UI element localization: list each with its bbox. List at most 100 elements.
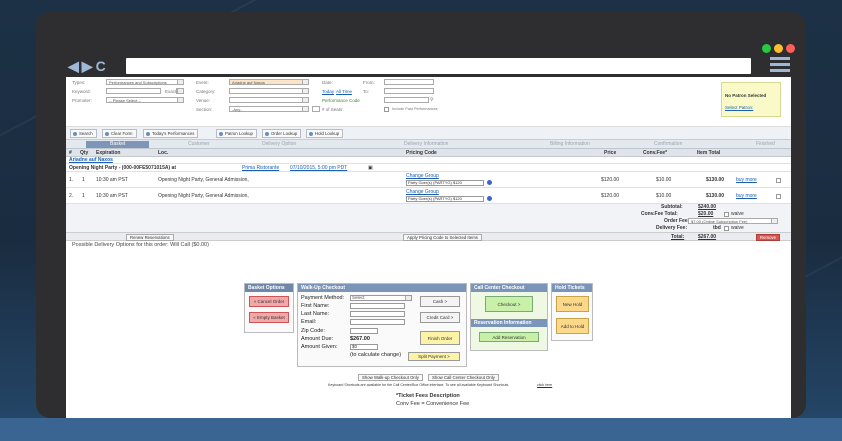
exact-select[interactable] <box>176 88 184 94</box>
step-delivery-information[interactable]: Delivery Information <box>404 141 448 147</box>
step-finished[interactable]: Finished <box>756 141 775 147</box>
date-to-input[interactable] <box>384 88 434 94</box>
maximize-dot[interactable] <box>762 44 771 53</box>
forward-arrow-icon[interactable]: ▶ <box>82 58 96 74</box>
show-call-center-only-button[interactable]: Show Call Center Checkout Only <box>428 374 499 381</box>
renew-reservations-button[interactable]: Renew Reservations <box>126 234 174 241</box>
seats-input[interactable] <box>312 106 320 112</box>
order-fee-select[interactable]: $7.00 (Online Subscription Fee) <box>688 218 778 224</box>
apply-pricing-code-button[interactable]: Apply Pricing Code to Selected Items <box>403 234 482 241</box>
include-past-label: Include Past Performances <box>392 107 438 111</box>
print-icon[interactable]: ▣ <box>368 165 373 171</box>
event-select[interactable]: Ariadne auf Naxos <box>229 79 309 85</box>
keyword-input[interactable] <box>106 88 161 94</box>
amount-due-value: $267.00 <box>350 336 370 342</box>
minimize-dot[interactable] <box>774 44 783 53</box>
back-arrow-icon[interactable]: ◀ <box>68 58 82 74</box>
pricing-code-select[interactable]: Party Goer(s) (PARTYG) $120 <box>406 196 484 202</box>
item-qty: 1 <box>82 177 85 183</box>
cash-button[interactable]: Cash > <box>420 296 460 307</box>
venue-select[interactable] <box>229 97 309 103</box>
todays-performances-button[interactable]: Today's Performances <box>143 129 199 138</box>
basket-actions-bar: Renew Reservations Apply Pricing Code to… <box>66 232 791 241</box>
section-select[interactable]: -Any- <box>229 106 309 112</box>
step-confirmation[interactable]: Confirmation <box>654 141 682 147</box>
order-lookup-button[interactable]: Order Lookup <box>262 129 302 138</box>
cancel-order-button[interactable]: « Cancel Order <box>249 296 289 307</box>
last-name-input[interactable] <box>350 311 405 317</box>
address-bar[interactable] <box>126 58 751 74</box>
empty-basket-button[interactable]: « Empty Basket <box>249 312 289 323</box>
select-patron-link[interactable]: Select Patron: <box>725 105 753 110</box>
item-expiration: 10:30 am PST <box>96 177 128 183</box>
date-from-input[interactable] <box>384 79 434 85</box>
performance-date-link[interactable]: 07/10/2015, 5:00 pm PDT <box>290 165 347 171</box>
search-button[interactable]: Search <box>70 129 97 138</box>
total-label: Total: <box>671 234 685 240</box>
close-dot[interactable] <box>786 44 795 53</box>
remove-button[interactable]: Remove <box>756 234 781 241</box>
call-center-checkout-button[interactable]: Checkout > <box>485 296 533 312</box>
add-reservation-button[interactable]: Add Reservation <box>479 332 539 342</box>
waive-delivery-fee-checkbox[interactable] <box>724 226 729 231</box>
step-delivery-option[interactable]: Delivery Option <box>262 141 296 147</box>
search-icon[interactable]: ⚲ <box>430 97 434 103</box>
shortcuts-link[interactable]: click here <box>537 383 552 387</box>
category-select[interactable] <box>229 88 309 94</box>
patron-lookup-button[interactable]: Patron Lookup <box>216 129 257 138</box>
ticket-fees-description: Conv Fee = Convenience Fee <box>396 401 470 407</box>
ticket-fees-title: *Ticket Fees Description <box>396 393 460 399</box>
credit-card-button[interactable]: Credit Card > <box>420 312 460 323</box>
col-conv-fee: Conv.Fee* <box>643 150 668 156</box>
pricing-code-select[interactable]: Party Goer(s) (PARTYG) $120 <box>406 180 484 186</box>
split-payment-button[interactable]: Split Payment > <box>408 352 460 361</box>
performance-code-input[interactable] <box>384 97 429 103</box>
col-expiration: Expiration <box>96 150 121 156</box>
amount-given-input[interactable]: $0 <box>350 344 378 350</box>
item-total: $130.00 <box>706 177 725 183</box>
payment-method-select[interactable]: Select <box>350 295 412 301</box>
first-name-input[interactable] <box>350 303 405 309</box>
promoter-select[interactable]: -- Please Select -- <box>106 97 184 103</box>
hold-lookup-button[interactable]: Hold Lookup <box>306 129 344 138</box>
clear-form-button[interactable]: Clear Form <box>102 129 137 138</box>
zip-code-input[interactable] <box>350 328 378 334</box>
info-icon[interactable] <box>487 196 492 201</box>
basket-table-header: # Qty Expiration Loc. Pricing Code Price… <box>66 149 791 157</box>
step-billing-information[interactable]: Billing Information <box>550 141 590 147</box>
waive-conv-fee-checkbox[interactable] <box>724 212 729 217</box>
event-name-link[interactable]: Ariadne auf Naxos <box>69 157 113 163</box>
step-customer[interactable]: Customer <box>188 141 210 147</box>
item-checkbox[interactable] <box>776 194 781 199</box>
app-screen: Types: Performances and Subscriptions Ke… <box>66 77 791 418</box>
show-walkup-only-button[interactable]: Show Walk-up Checkout Only <box>358 374 423 381</box>
search-filters: Types: Performances and Subscriptions Ke… <box>66 77 791 127</box>
new-hold-button[interactable]: New Hold <box>556 296 589 312</box>
reload-icon[interactable]: C <box>96 58 109 74</box>
call-center-panel: Call Center Checkout Checkout > Reservat… <box>470 283 548 351</box>
item-fee: $10.00 <box>656 177 672 183</box>
finish-order-button[interactable]: Finish Order <box>420 331 460 345</box>
item-qty: 1 <box>82 193 85 199</box>
email-input[interactable] <box>350 319 405 325</box>
buy-more-link[interactable]: buy more <box>736 193 757 199</box>
buy-more-link[interactable]: buy more <box>736 177 757 183</box>
item-loc: Opening Night Party, General Admission, <box>158 177 249 183</box>
info-icon[interactable] <box>487 180 492 185</box>
types-select[interactable]: Performances and Subscriptions <box>106 79 184 85</box>
date-label: Date: <box>322 80 333 85</box>
walkup-checkout-panel: Walk-Up Checkout Payment Method: Select … <box>297 283 467 367</box>
seats-label: # of Seats: <box>322 107 344 112</box>
change-group-link[interactable]: Change Group <box>406 189 439 195</box>
venue-link[interactable]: Prima Ristorante <box>242 165 279 171</box>
today-link[interactable]: Today <box>322 89 334 94</box>
add-to-hold-button[interactable]: Add to Hold <box>556 318 589 334</box>
all-time-link[interactable]: All Time <box>336 89 352 94</box>
include-past-checkbox[interactable] <box>384 107 389 112</box>
step-basket[interactable]: Basket <box>86 141 150 148</box>
item-checkbox[interactable] <box>776 178 781 183</box>
menu-icon[interactable] <box>770 57 790 75</box>
change-group-link[interactable]: Change Group <box>406 173 439 179</box>
waive-label: waive <box>731 225 744 231</box>
reservation-info-title: Reservation Information <box>471 319 547 327</box>
